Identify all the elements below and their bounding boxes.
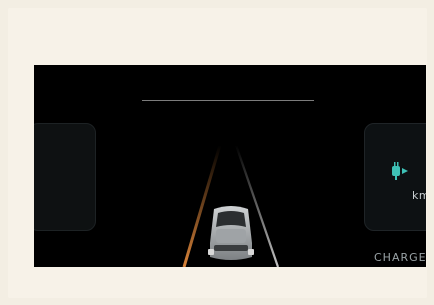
plug-icon xyxy=(392,162,408,180)
range-unit-label: km xyxy=(412,189,426,202)
car-icon xyxy=(208,206,254,260)
right-info-panel xyxy=(364,123,426,231)
instrument-cluster-screen: km CHARGE xyxy=(34,65,426,267)
screenshot-frame: km CHARGE xyxy=(8,8,427,298)
left-info-panel xyxy=(34,123,96,231)
drive-mode-label: CHARGE xyxy=(374,251,426,264)
